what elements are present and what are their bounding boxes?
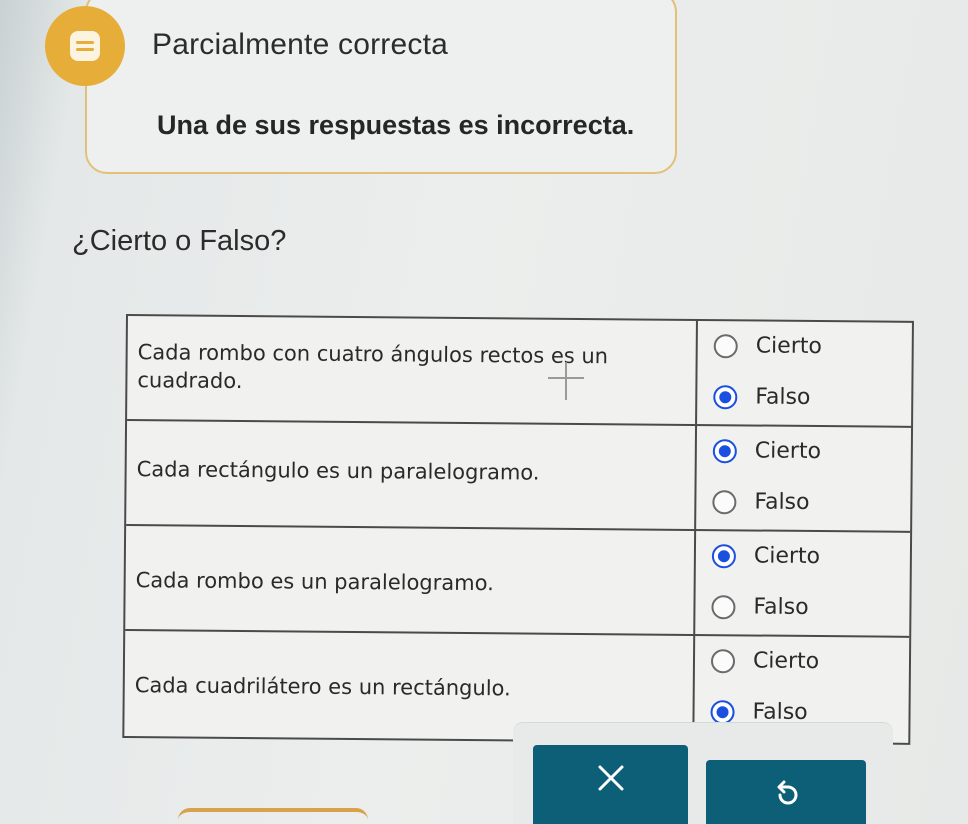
option-label: Falso xyxy=(755,384,811,410)
statement-text: Cada rombo con cuatro ángulos rectos es … xyxy=(127,316,698,424)
radio-button[interactable] xyxy=(710,648,736,673)
table-row: Cada rectángulo es un paralelogramo. Cie… xyxy=(126,421,912,533)
table-row: Cada rombo con cuatro ángulos rectos es … xyxy=(127,316,912,428)
options-cell: Cierto Falso xyxy=(697,321,912,426)
true-false-table: Cada rombo con cuatro ángulos rectos es … xyxy=(122,314,914,745)
radio-button-selected[interactable] xyxy=(713,384,738,409)
status-title: Parcialmente correcta xyxy=(152,28,448,61)
option-falso[interactable]: Falso xyxy=(713,384,811,410)
option-label: Cierto xyxy=(753,543,821,570)
options-cell: Cierto Falso xyxy=(696,426,911,531)
bottom-tab-edge xyxy=(178,808,368,824)
status-message: Una de sus respuestas es incorrecta. xyxy=(157,110,635,140)
radio-button[interactable] xyxy=(711,594,736,619)
option-label: Cierto xyxy=(754,438,822,465)
statement-text: Cada rectángulo es un paralelogramo. xyxy=(126,421,698,529)
table-row: Cada rombo es un paralelogramo. Cierto F… xyxy=(125,526,911,638)
option-cierto[interactable]: Cierto xyxy=(713,333,822,360)
option-falso[interactable]: Falso xyxy=(711,594,809,620)
radio-button-selected[interactable] xyxy=(711,543,737,568)
option-cierto[interactable]: Cierto xyxy=(710,648,820,675)
undo-button[interactable] xyxy=(706,760,866,824)
option-cierto[interactable]: Cierto xyxy=(712,438,822,465)
radio-button-selected[interactable] xyxy=(710,699,735,724)
option-label: Falso xyxy=(753,594,809,620)
radio-button[interactable] xyxy=(712,489,737,514)
undo-icon xyxy=(777,780,798,805)
feedback-panel xyxy=(85,0,677,174)
radio-button[interactable] xyxy=(713,333,738,358)
close-icon xyxy=(598,765,623,791)
options-cell: Cierto Falso xyxy=(695,531,910,636)
question-title: ¿Cierto o Falso? xyxy=(72,225,287,257)
option-label: Falso xyxy=(754,489,810,515)
option-label: Cierto xyxy=(755,333,822,360)
option-cierto[interactable]: Cierto xyxy=(711,543,821,570)
statement-text: Cada rombo es un paralelogramo. xyxy=(125,526,697,634)
radio-button-selected[interactable] xyxy=(712,438,737,463)
partial-correct-icon xyxy=(45,6,125,86)
clear-button[interactable] xyxy=(533,745,688,824)
option-label: Cierto xyxy=(752,648,820,675)
text-cursor-icon xyxy=(546,358,586,402)
option-falso[interactable]: Falso xyxy=(712,489,810,515)
